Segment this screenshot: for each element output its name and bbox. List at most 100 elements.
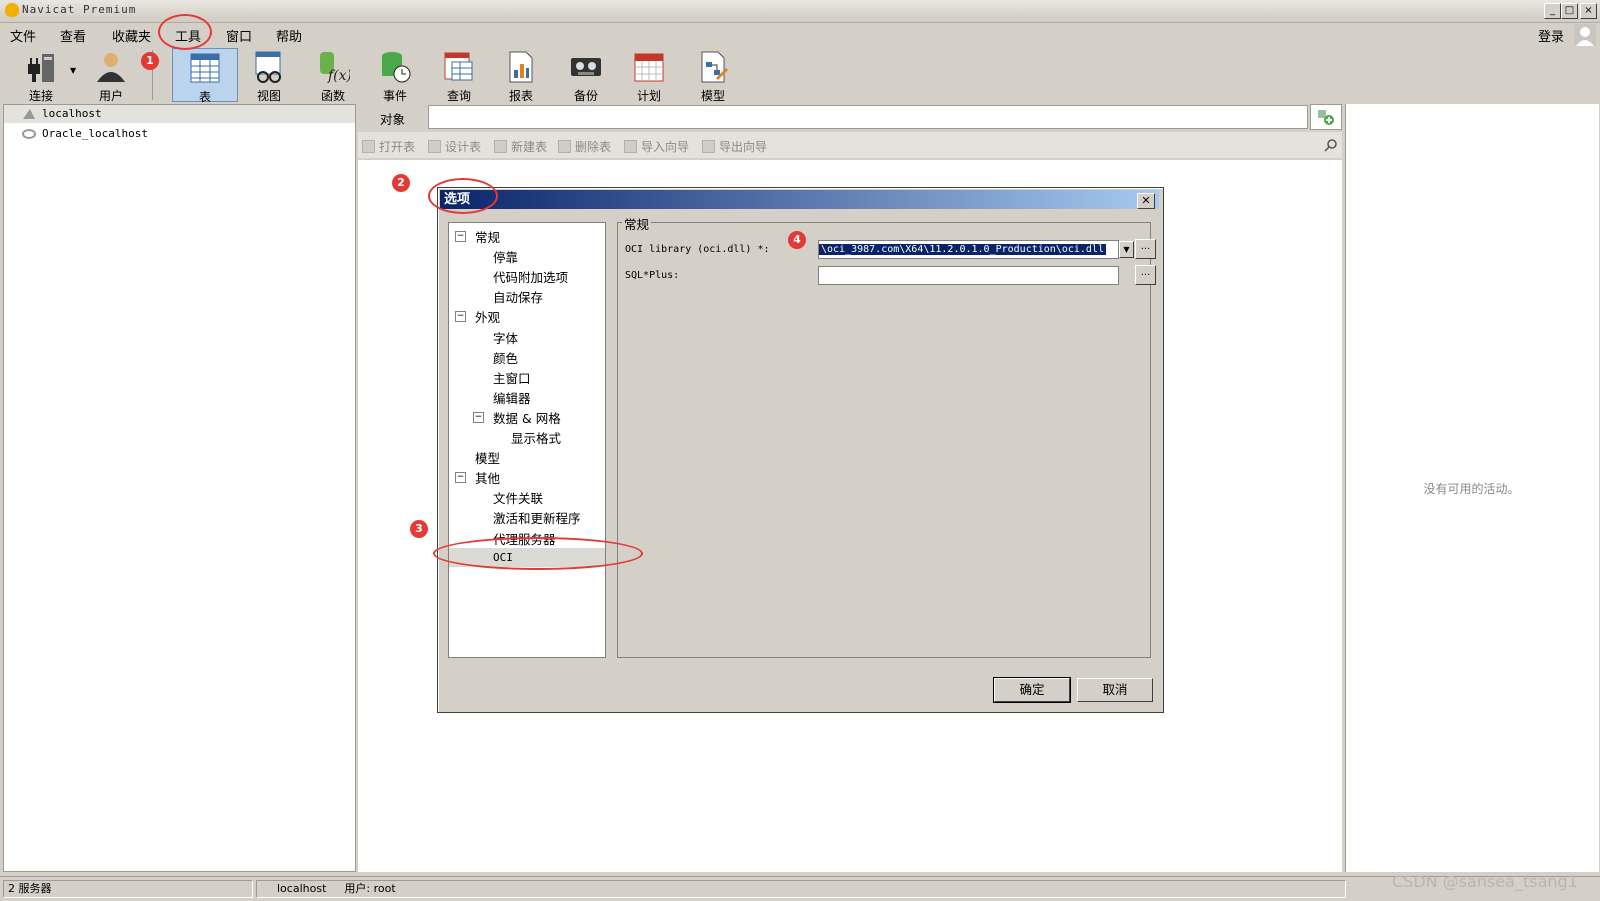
schedule-icon <box>634 53 664 82</box>
dropdown-arrow-icon[interactable]: ▼ <box>70 66 76 75</box>
toolbar-label: 函数 <box>320 89 345 103</box>
toolbar-view-button[interactable]: 视图 <box>238 48 300 103</box>
watermark: CSDN @sansea_tsang1 <box>1392 872 1578 891</box>
dialog-close-button[interactable]: ✕ <box>1137 193 1155 209</box>
mysql-connection-icon <box>23 109 35 119</box>
connection-tree: localhost Oracle_localhost <box>3 104 356 872</box>
maximize-button[interactable]: □ <box>1561 3 1578 19</box>
toolbar-label: 连接 <box>28 89 53 103</box>
minimize-button[interactable]: _ <box>1544 3 1561 19</box>
title-bar: Navicat Premium _ □ × <box>0 0 1600 23</box>
no-activity-text: 没有可用的活动。 <box>1423 482 1520 496</box>
annotation-badge: 1 <box>141 52 159 70</box>
annotation-ring <box>433 537 643 570</box>
plug-icon <box>28 54 54 82</box>
toolbar-query-button[interactable]: 查询 <box>428 48 490 103</box>
options-tree-item[interactable]: 模型 <box>475 448 500 467</box>
tree-collapse-toggle-icon[interactable]: − <box>455 472 466 484</box>
oci-library-select[interactable]: \oci_3987.com\X64\11.2.0.1.0_Production\… <box>818 240 1119 259</box>
toolbar-user-button[interactable]: 用户 <box>80 48 142 103</box>
toolbar-table-button[interactable]: 表 <box>172 48 238 104</box>
close-window-button[interactable]: × <box>1580 3 1597 19</box>
menu-view[interactable]: 查看 <box>60 26 86 45</box>
connection-item[interactable]: Oracle_localhost <box>22 127 148 140</box>
tree-collapse-toggle-icon[interactable]: − <box>455 231 466 242</box>
menu-file[interactable]: 文件 <box>10 26 36 45</box>
toolbar-label: 备份 <box>573 89 598 103</box>
options-tree-item[interactable]: 停靠 <box>493 247 518 266</box>
delete-table-button[interactable]: 删除表 <box>558 138 611 155</box>
oci-library-label: OCI library (oci.dll) *: <box>625 244 770 255</box>
toolbar-label: 报表 <box>508 89 533 103</box>
connection-item[interactable]: localhost <box>22 107 102 120</box>
oci-browse-button[interactable]: ... <box>1135 239 1156 259</box>
toolbar-label: 视图 <box>256 89 281 103</box>
new-table-button[interactable]: 新建表 <box>494 138 547 155</box>
main-toolbar: 连接 ▼ 用户 表 视图 f(x) 函数 事件 查询 报表 备份 计划 模型 <box>0 46 1600 104</box>
options-tree: − 常规 停靠 代码附加选项 自动保存 − 外观 字体 颜色 主窗口 编辑器 − 数据 & 网格 显示格式… <box>448 222 606 658</box>
chevron-down-icon[interactable]: ▼ <box>1119 241 1134 258</box>
options-tree-item[interactable]: 数据 & 网格 <box>493 408 561 427</box>
object-search-input[interactable] <box>428 105 1308 129</box>
server-count: 2 服务器 <box>3 880 253 898</box>
toolbar-schedule-button[interactable]: 计划 <box>618 48 680 103</box>
toolbar-label: 模型 <box>700 89 725 103</box>
options-tree-item[interactable]: 颜色 <box>493 348 518 367</box>
options-tree-item[interactable]: 常规 <box>475 227 500 246</box>
menu-favorites[interactable]: 收藏夹 <box>112 26 151 45</box>
model-icon <box>701 51 728 83</box>
options-dialog: 选项 ✕ − 常规 停靠 代码附加选项 自动保存 − 外观 字体 颜色 主窗口 编辑器 − 数据 & 网… <box>437 187 1164 713</box>
tree-collapse-toggle-icon[interactable]: − <box>473 411 484 423</box>
query-icon <box>444 52 473 81</box>
login-link[interactable]: 登录 <box>1538 26 1564 45</box>
svg-text:f(x): f(x) <box>327 68 350 84</box>
toolbar-label: 表 <box>198 90 211 104</box>
annotation-ring <box>428 178 498 214</box>
export-icon <box>702 140 715 153</box>
design-table-button[interactable]: 设计表 <box>428 138 481 155</box>
event-icon <box>382 52 411 83</box>
ok-button[interactable]: 确定 <box>993 677 1071 703</box>
options-tree-item[interactable]: 显示格式 <box>511 428 561 447</box>
options-tree-item[interactable]: 编辑器 <box>493 388 531 407</box>
tree-collapse-toggle-icon[interactable]: − <box>455 311 466 323</box>
user-icon <box>97 53 125 82</box>
toolbar-model-button[interactable]: 模型 <box>682 48 744 103</box>
section-title: 常规 <box>622 214 652 233</box>
status-bar: 2 服务器 localhost 用户: root <box>0 876 1600 901</box>
toolbar-report-button[interactable]: 报表 <box>490 48 552 103</box>
sqlplus-input[interactable] <box>818 266 1119 285</box>
open-table-button[interactable]: 打开表 <box>362 138 415 155</box>
export-wizard-button[interactable]: 导出向导 <box>702 138 767 155</box>
toolbar-backup-button[interactable]: 备份 <box>555 48 617 103</box>
report-icon <box>509 51 533 83</box>
toolbar-connect-button[interactable]: 连接 <box>10 48 72 103</box>
toolbar-label: 查询 <box>446 89 471 103</box>
backup-icon <box>571 58 601 76</box>
filter-button[interactable] <box>1310 104 1342 130</box>
import-wizard-button[interactable]: 导入向导 <box>624 138 689 155</box>
menu-help[interactable]: 帮助 <box>276 26 302 45</box>
options-tree-item[interactable]: 代码附加选项 <box>493 267 568 286</box>
search-icon[interactable] <box>1324 138 1338 152</box>
toolbar-event-button[interactable]: 事件 <box>364 48 426 103</box>
new-table-icon <box>494 140 507 153</box>
options-tree-item[interactable]: 其他 <box>475 468 500 487</box>
options-tree-item[interactable]: 主窗口 <box>493 368 531 387</box>
navicat-logo-icon <box>5 3 19 17</box>
avatar-icon[interactable] <box>1574 24 1596 46</box>
cancel-button[interactable]: 取消 <box>1077 678 1153 702</box>
function-icon: f(x) <box>320 52 352 84</box>
options-tree-item[interactable]: 自动保存 <box>493 287 543 306</box>
options-tree-item[interactable]: 激活和更新程序 <box>493 508 581 527</box>
toolbar-label: 用户 <box>98 89 123 103</box>
options-tree-item[interactable]: 字体 <box>493 328 518 347</box>
menu-window[interactable]: 窗口 <box>226 26 252 45</box>
open-table-icon <box>362 140 375 153</box>
toolbar-function-button[interactable]: f(x) 函数 <box>302 48 364 103</box>
options-tree-item[interactable]: 文件关联 <box>493 488 543 507</box>
sqlplus-browse-button[interactable]: ... <box>1135 265 1156 285</box>
object-action-bar: 打开表 设计表 新建表 删除表 导入向导 导出向导 <box>358 132 1342 158</box>
options-tree-item[interactable]: 外观 <box>475 307 500 326</box>
sqlplus-label: SQL*Plus: <box>625 270 680 281</box>
